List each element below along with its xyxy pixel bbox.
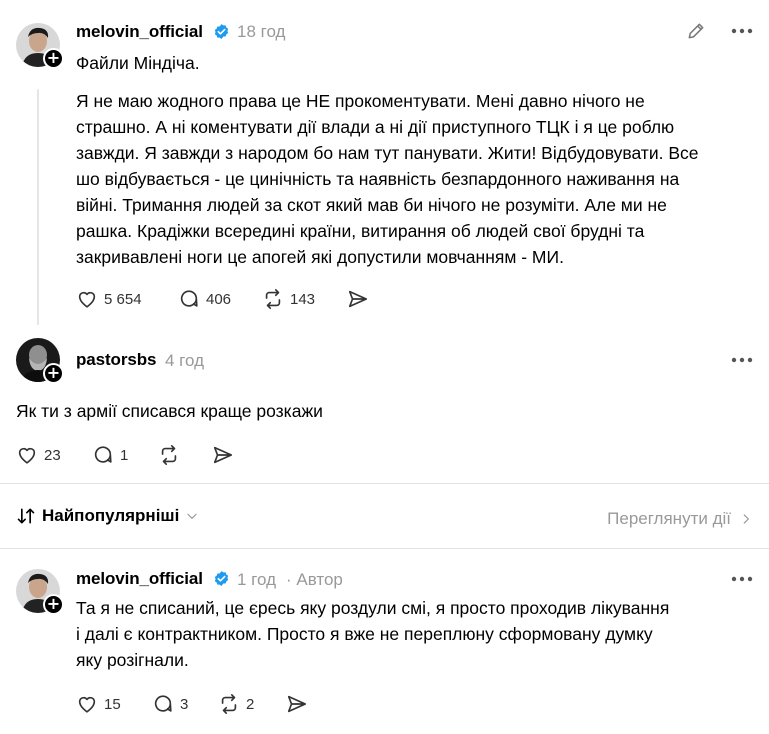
- like-button[interactable]: 5 654: [76, 288, 142, 310]
- post-username[interactable]: melovin_official: [76, 22, 203, 42]
- comment-icon: [180, 290, 198, 307]
- share-button[interactable]: [212, 444, 234, 466]
- sort-label: Найпопулярніші: [42, 506, 180, 525]
- author-reply-username[interactable]: melovin_official: [76, 569, 203, 589]
- follow-plus-icon[interactable]: +: [43, 594, 64, 615]
- repost-icon: [265, 289, 281, 309]
- comment-icon: [94, 446, 112, 463]
- repost-button[interactable]: 2: [218, 693, 254, 715]
- verified-badge-icon: [214, 571, 229, 586]
- send-icon: [348, 290, 368, 308]
- more-icon[interactable]: [731, 28, 753, 34]
- share-button[interactable]: [286, 693, 308, 715]
- like-count: 5 654: [104, 290, 142, 308]
- send-icon: [213, 446, 233, 464]
- repost-button[interactable]: 143: [262, 288, 315, 310]
- divider: [0, 548, 769, 549]
- comment-button[interactable]: 406: [178, 288, 231, 310]
- thread-line: [37, 89, 39, 325]
- chevron-down-icon: [187, 513, 197, 519]
- follow-plus-icon[interactable]: +: [43, 48, 64, 69]
- pencil-icon[interactable]: [686, 21, 706, 41]
- repost-count: 2: [246, 695, 255, 713]
- author-tag: · Автор: [286, 570, 343, 589]
- comment-button[interactable]: 3: [152, 693, 188, 715]
- like-button[interactable]: 23: [16, 444, 61, 466]
- repost-count: 143: [290, 290, 316, 308]
- comment-count: 3: [180, 695, 189, 713]
- share-button[interactable]: [347, 288, 369, 310]
- like-count: 15: [104, 695, 121, 713]
- repost-button[interactable]: [158, 444, 180, 466]
- post-title: Файли Міндіча.: [76, 53, 200, 73]
- view-activity-label: Переглянути дії: [607, 509, 731, 528]
- chevron-right-icon: [743, 514, 749, 524]
- send-icon: [287, 695, 307, 713]
- comment-button[interactable]: 1: [92, 444, 128, 466]
- comment-count: 406: [206, 290, 232, 308]
- more-icon[interactable]: [731, 357, 753, 363]
- post-body: Я не маю жодного права це НЕ прокоментув…: [76, 91, 699, 267]
- heart-icon: [18, 447, 36, 464]
- heart-icon: [78, 291, 96, 308]
- more-icon[interactable]: [731, 576, 753, 582]
- divider: [0, 483, 769, 484]
- post-time[interactable]: 18 год: [237, 22, 285, 42]
- repost-icon: [221, 694, 237, 714]
- author-reply-body: Та я не списаний, це єресь яку роздули с…: [76, 598, 670, 670]
- reply-body: Як ти з армії списався краще розкажи: [16, 401, 323, 421]
- repost-icon: [161, 445, 177, 465]
- sort-dropdown[interactable]: Найпопулярніші: [16, 506, 199, 526]
- author-reply-time[interactable]: 1 год: [237, 570, 276, 590]
- sort-arrows-icon: [17, 508, 35, 524]
- verified-badge-icon: [214, 24, 229, 39]
- follow-plus-icon[interactable]: +: [43, 363, 64, 384]
- reply-username[interactable]: pastorsbs: [76, 350, 156, 370]
- reply-time[interactable]: 4 год: [165, 351, 204, 371]
- comment-count: 1: [120, 446, 129, 464]
- like-button[interactable]: 15: [76, 693, 121, 715]
- view-activity-link[interactable]: Переглянути дії: [607, 509, 753, 529]
- heart-icon: [78, 696, 96, 713]
- comment-icon: [154, 695, 172, 712]
- like-count: 23: [44, 446, 61, 464]
